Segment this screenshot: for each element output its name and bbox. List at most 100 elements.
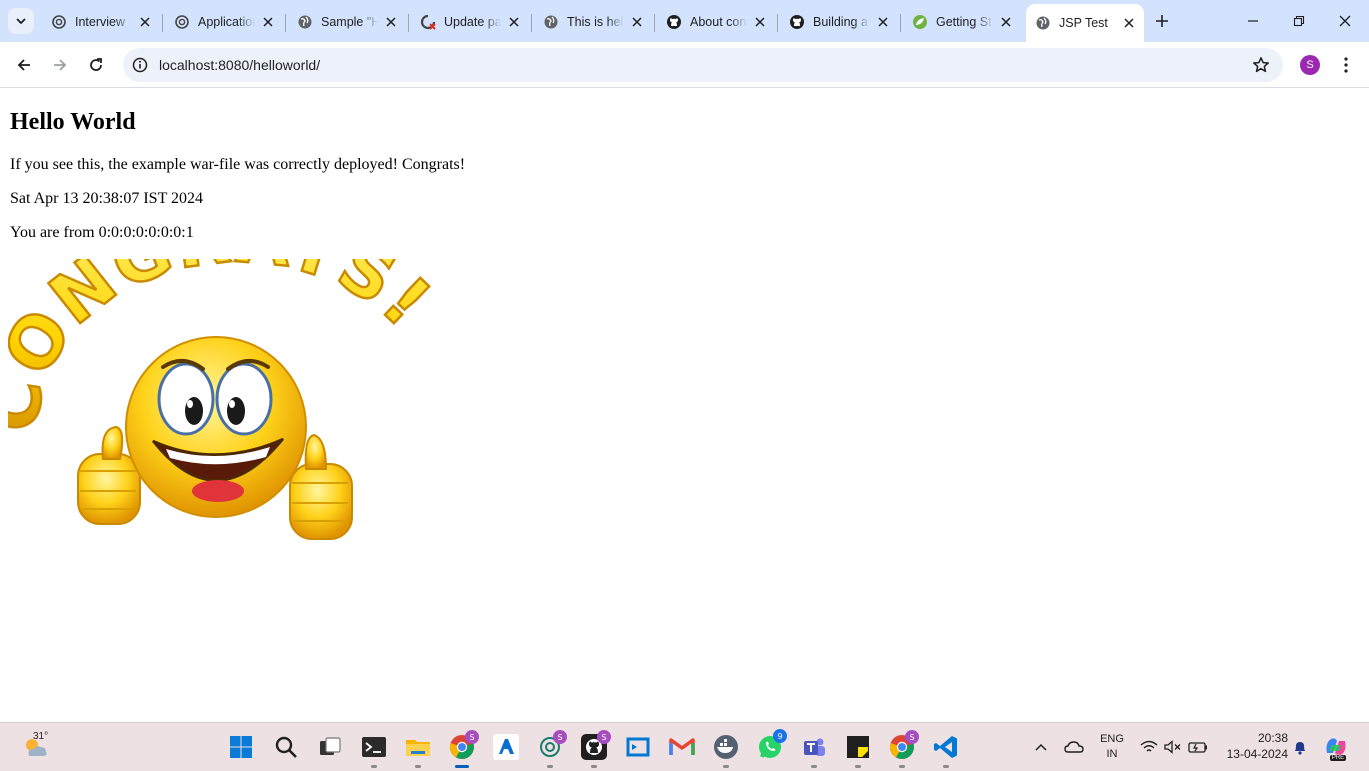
minimize-icon: [1248, 20, 1258, 22]
tab-this-is-help[interactable]: This is help: [534, 6, 652, 38]
tab-separator: [900, 14, 901, 32]
close-tab-icon[interactable]: [751, 13, 769, 31]
close-tab-icon[interactable]: [382, 13, 400, 31]
running-indicator: [899, 765, 905, 768]
tab-title: Application: [198, 15, 255, 29]
task-view-icon[interactable]: [316, 733, 344, 761]
clock-date[interactable]: 13-04-2024: [1218, 747, 1288, 761]
new-tab-button[interactable]: [1151, 10, 1173, 32]
info-icon[interactable]: [131, 56, 149, 74]
vs-studio-icon[interactable]: [624, 733, 652, 761]
tab-update-page[interactable]: Update page: [411, 6, 529, 38]
docker-icon[interactable]: [712, 733, 740, 761]
github-icon: [789, 14, 805, 30]
wifi-icon[interactable]: [1139, 733, 1159, 761]
tab-separator: [654, 14, 655, 32]
tab-search-button[interactable]: [8, 8, 34, 34]
tab-title: Update page: [444, 15, 501, 29]
tab-about-con[interactable]: About con: [657, 6, 775, 38]
git-error-icon: [420, 14, 436, 30]
github-icon: [666, 14, 682, 30]
volume-muted-icon[interactable]: [1163, 733, 1183, 761]
profile-badge: S: [597, 730, 611, 744]
tab-title: This is help: [567, 15, 624, 29]
clock-time[interactable]: 20:38: [1218, 731, 1288, 745]
page-heading: Hello World: [10, 109, 136, 135]
browser-toolbar: localhost:8080/helloworld/ S: [0, 42, 1369, 88]
active-indicator: [455, 765, 469, 768]
tab-separator: [285, 14, 286, 32]
restore-button[interactable]: [1288, 10, 1310, 32]
url-text[interactable]: localhost:8080/helloworld/: [159, 57, 320, 73]
plus-icon: [1156, 15, 1168, 27]
bell-icon[interactable]: [1290, 733, 1310, 761]
chevron-up-icon[interactable]: [1030, 733, 1052, 761]
teams-icon[interactable]: [800, 733, 828, 761]
running-indicator: [371, 765, 377, 768]
profile-badge: S: [553, 730, 567, 744]
tab-title: Interview: [75, 15, 126, 29]
tab-title: Getting St: [936, 15, 992, 29]
close-tab-icon[interactable]: [628, 13, 646, 31]
page-content: Hello World If you see this, the example…: [0, 89, 1369, 721]
reload-button[interactable]: [83, 52, 109, 78]
language-code[interactable]: ENG: [1098, 733, 1126, 745]
close-tab-icon[interactable]: [874, 13, 892, 31]
globe-icon: [297, 14, 313, 30]
onedrive-icon[interactable]: [1062, 733, 1086, 761]
sticky-notes-icon[interactable]: [844, 733, 872, 761]
tab-separator: [408, 14, 409, 32]
close-tab-icon[interactable]: [505, 13, 523, 31]
reload-icon: [90, 58, 102, 71]
close-tab-icon[interactable]: [136, 13, 154, 31]
forward-button[interactable]: [47, 52, 73, 78]
gmail-icon[interactable]: [668, 733, 696, 761]
copilot-preview-label: PRE: [1330, 755, 1346, 761]
kebab-menu-icon[interactable]: [1336, 54, 1356, 76]
tab-application[interactable]: Application: [165, 6, 283, 38]
running-indicator: [547, 765, 553, 768]
profile-badge: S: [465, 730, 479, 744]
tab-getting-started[interactable]: Getting St: [903, 6, 1021, 38]
openai-icon: [51, 14, 67, 30]
windows-taskbar: 31° S S S 9 S ENG IN 20:38 13-04-2024 PR…: [0, 722, 1369, 771]
back-button[interactable]: [11, 52, 37, 78]
minimize-button[interactable]: [1242, 10, 1264, 32]
spring-icon: [912, 14, 928, 30]
tab-building-a[interactable]: Building a: [780, 6, 898, 38]
running-indicator: [811, 765, 817, 768]
notification-badge: 9: [773, 729, 787, 743]
congrats-image: CONGRATS!: [8, 259, 447, 540]
azure-icon[interactable]: [492, 733, 520, 761]
battery-icon[interactable]: [1187, 733, 1209, 761]
start-icon[interactable]: [227, 733, 255, 761]
openai-icon: [174, 14, 190, 30]
close-window-button[interactable]: [1334, 10, 1356, 32]
tab-interview[interactable]: Interview: [42, 6, 160, 38]
tab-sample-hello[interactable]: Sample "Hello: [288, 6, 406, 38]
tab-strip: Interview Application Sample "Hello Upda…: [0, 0, 1369, 42]
file-explorer-icon[interactable]: [404, 733, 432, 761]
running-indicator: [943, 765, 949, 768]
address-bar[interactable]: localhost:8080/helloworld/: [123, 48, 1283, 82]
running-indicator: [415, 765, 421, 768]
vscode-icon[interactable]: [932, 733, 960, 761]
profile-avatar[interactable]: S: [1300, 55, 1320, 75]
restore-icon: [1293, 15, 1305, 27]
terminal-icon[interactable]: [360, 733, 388, 761]
client-address: You are from 0:0:0:0:0:0:0:1: [10, 224, 194, 241]
tab-title: Sample "Hello: [321, 15, 378, 29]
tab-jsp-test[interactable]: JSP Test: [1026, 4, 1144, 42]
server-date: Sat Apr 13 20:38:07 IST 2024: [10, 190, 204, 207]
close-tab-icon[interactable]: [1120, 14, 1138, 32]
region-code[interactable]: IN: [1098, 748, 1126, 760]
globe-icon: [1035, 15, 1051, 31]
tab-separator: [531, 14, 532, 32]
close-tab-icon[interactable]: [259, 13, 277, 31]
close-tab-icon[interactable]: [997, 13, 1015, 31]
tab-title: About con: [690, 15, 747, 29]
arrow-right-icon: [54, 59, 67, 71]
search-icon[interactable]: [272, 733, 300, 761]
bookmark-star-icon[interactable]: [1251, 55, 1271, 75]
tab-separator: [162, 14, 163, 32]
